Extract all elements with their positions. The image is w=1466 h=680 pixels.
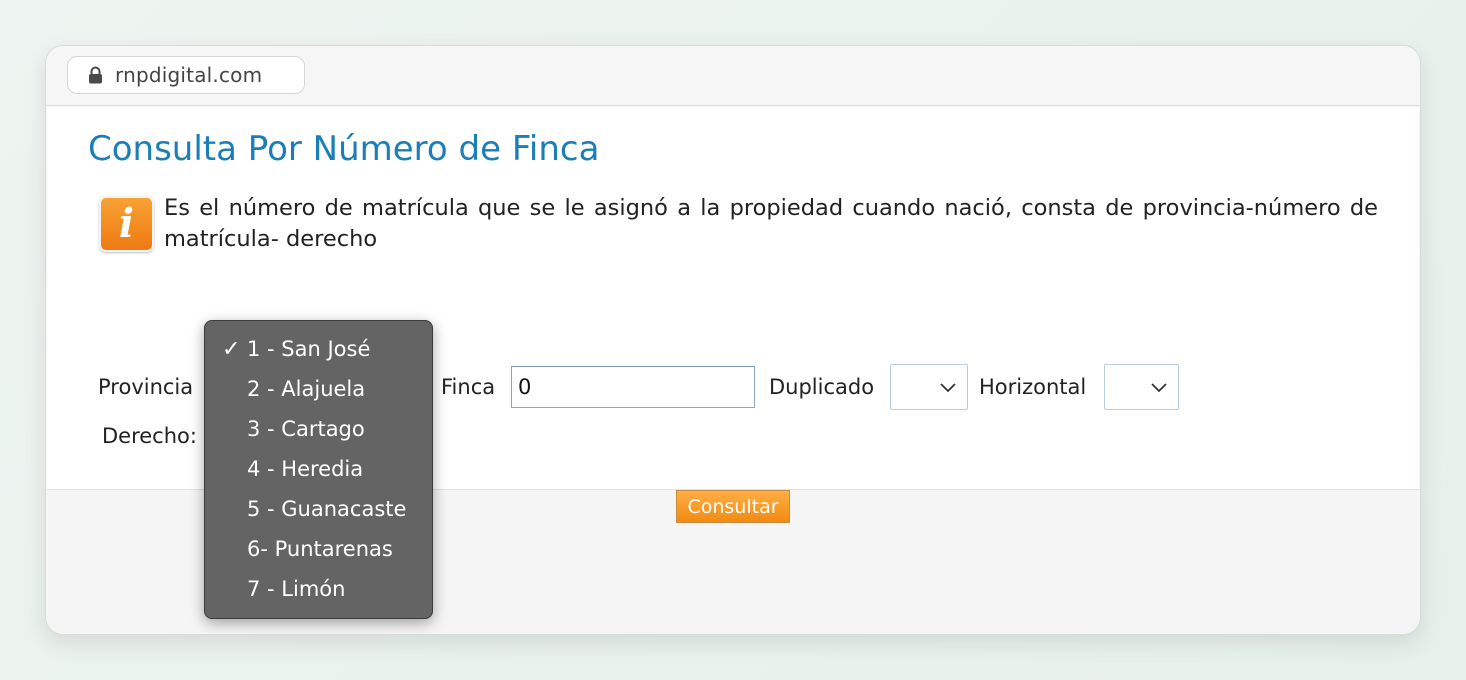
dropdown-option-heredia[interactable]: 4 - Heredia (205, 449, 432, 489)
provincia-label: Provincia (98, 375, 194, 399)
option-label: 7 - Limón (247, 577, 346, 601)
provincia-dropdown-menu[interactable]: ✓ 1 - San José 2 - Alajuela 3 - Cartago … (204, 320, 433, 619)
dropdown-option-guanacaste[interactable]: 5 - Guanacaste (205, 489, 432, 529)
finca-input[interactable] (511, 366, 755, 408)
option-label: 5 - Guanacaste (247, 497, 407, 521)
chevron-down-icon (940, 383, 956, 393)
derecho-label: Derecho: (102, 424, 197, 448)
option-label: 6- Puntarenas (247, 537, 393, 561)
browser-titlebar: rnpdigital.com (46, 46, 1420, 106)
option-label: 1 - San José (247, 337, 371, 361)
option-label: 2 - Alajuela (247, 377, 366, 401)
page-title: Consulta Por Número de Finca (88, 129, 600, 169)
option-label: 4 - Heredia (247, 457, 364, 481)
dropdown-option-alajuela[interactable]: 2 - Alajuela (205, 369, 432, 409)
finca-label: Finca (441, 375, 496, 399)
dropdown-option-limon[interactable]: 7 - Limón (205, 569, 432, 609)
chevron-down-icon (1151, 383, 1167, 393)
duplicado-label: Duplicado (769, 375, 875, 399)
url-text: rnpdigital.com (115, 63, 263, 87)
browser-window: rnpdigital.com Consulta Por Número de Fi… (45, 45, 1421, 635)
dropdown-option-san-jose[interactable]: ✓ 1 - San José (205, 329, 432, 369)
lock-icon (88, 66, 103, 84)
checkmark-icon: ✓ (222, 337, 241, 362)
info-icon: i (99, 196, 154, 252)
dropdown-option-cartago[interactable]: 3 - Cartago (205, 409, 432, 449)
option-label: 3 - Cartago (247, 417, 365, 441)
dropdown-option-puntarenas[interactable]: 6- Puntarenas (205, 529, 432, 569)
horizontal-select[interactable] (1104, 364, 1179, 410)
duplicado-select[interactable] (890, 364, 968, 410)
info-description: Es el número de matrícula que se le asig… (164, 195, 1378, 252)
address-bar[interactable]: rnpdigital.com (67, 56, 305, 94)
horizontal-label: Horizontal (979, 375, 1087, 399)
consultar-button[interactable]: Consultar (676, 490, 790, 523)
